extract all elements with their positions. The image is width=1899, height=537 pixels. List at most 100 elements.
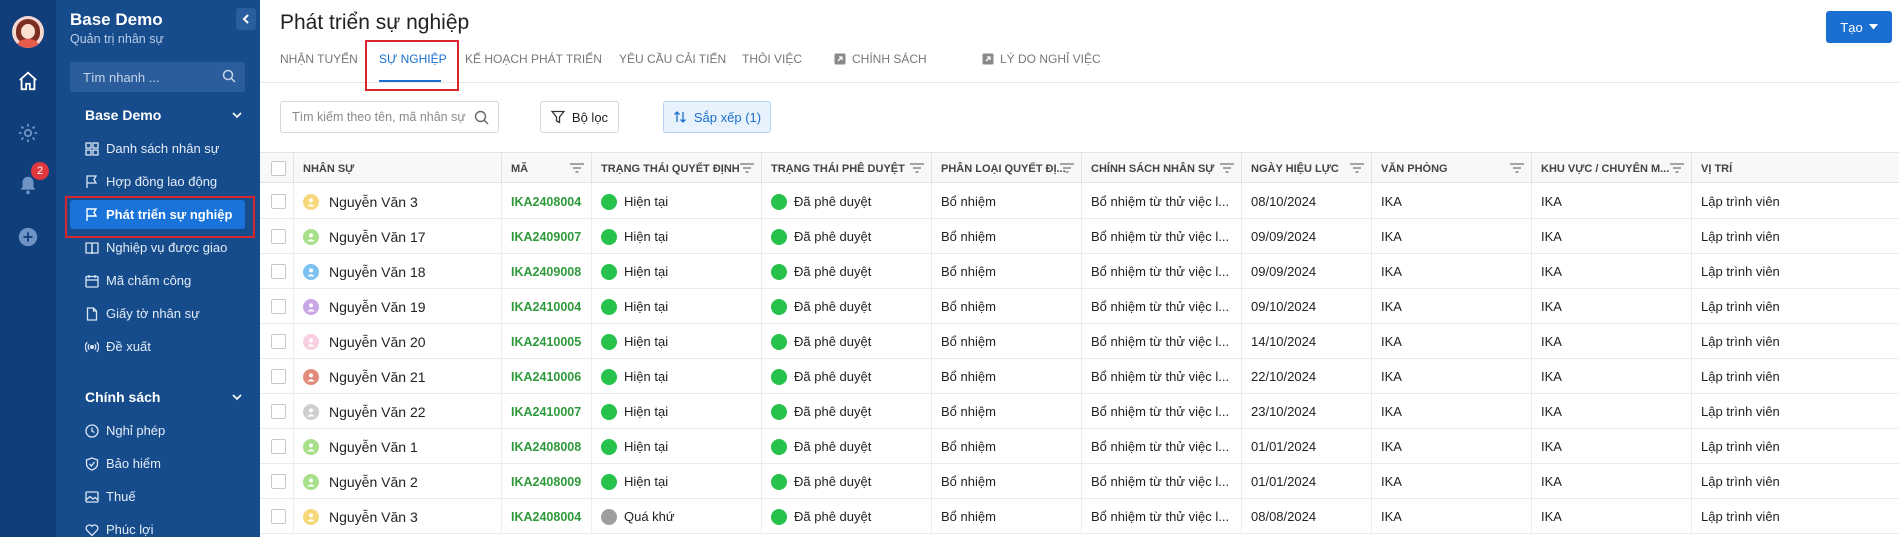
- column-header-nhan-su[interactable]: Nhân sự: [294, 153, 502, 184]
- employee-name-link[interactable]: Nguyễn Văn 3: [329, 509, 418, 525]
- tab-nhan-tuyen[interactable]: Nhận tuyển: [280, 52, 358, 66]
- sidebar-item-phuc-loi[interactable]: Phúc lợi: [70, 515, 245, 537]
- quick-search-input[interactable]: [70, 62, 245, 92]
- row-checkbox[interactable]: [271, 229, 286, 244]
- table-row[interactable]: Nguyễn Văn 20 IKA2410005 Hiện tại Đã phê du…: [260, 324, 1899, 359]
- employee-name-link[interactable]: Nguyễn Văn 19: [329, 299, 426, 315]
- collapse-sidebar-button[interactable]: [236, 8, 256, 30]
- table-search-input[interactable]: [281, 102, 498, 132]
- employee-name-link[interactable]: Nguyễn Văn 20: [329, 334, 426, 350]
- table-row[interactable]: Nguyễn Văn 3 IKA2408004 Hiện tại Đã phê duy…: [260, 184, 1899, 219]
- sidebar-item-thue[interactable]: Thuế: [70, 482, 245, 511]
- employee-code-link[interactable]: IKA2408009: [511, 475, 581, 489]
- row-checkbox[interactable]: [271, 299, 286, 314]
- row-checkbox[interactable]: [271, 474, 286, 489]
- tab-yeu-cau-cai-tien[interactable]: Yêu cầu cải tiến: [619, 52, 726, 66]
- cell-position: Lập trình viên: [1692, 429, 1899, 464]
- table-row[interactable]: Nguyễn Văn 22 IKA2410007 Hiện tại Đã phê du…: [260, 394, 1899, 429]
- column-filter-icon[interactable]: [740, 163, 754, 173]
- column-header-chinh-sach-nhan-su[interactable]: Chính sách nhân sự: [1082, 153, 1242, 184]
- add-circle-icon[interactable]: [16, 225, 40, 249]
- approval-status-text: Đã phê duyệt: [794, 194, 872, 209]
- table-row[interactable]: Nguyễn Văn 2 IKA2408009 Hiện tại Đã phê duy…: [260, 464, 1899, 499]
- row-checkbox[interactable]: [271, 334, 286, 349]
- employee-name-link[interactable]: Nguyễn Văn 3: [329, 194, 418, 210]
- cell-decision-status: Hiện tại: [592, 184, 762, 219]
- user-avatar[interactable]: [12, 16, 44, 48]
- table-row[interactable]: Nguyễn Văn 19 IKA2410004 Hiện tại Đã phê du…: [260, 289, 1899, 324]
- cell-policy: Bổ nhiệm từ thử việc l...: [1082, 394, 1242, 429]
- section-title-base-demo[interactable]: Base Demo: [85, 107, 161, 123]
- create-button[interactable]: Tạo: [1826, 11, 1892, 43]
- column-filter-icon[interactable]: [1350, 163, 1364, 173]
- employee-code-link[interactable]: IKA2408004: [511, 195, 581, 209]
- table-row[interactable]: Nguyễn Văn 1 IKA2408008 Hiện tại Đã phê duy…: [260, 429, 1899, 464]
- column-filter-icon[interactable]: [910, 163, 924, 173]
- row-checkbox[interactable]: [271, 439, 286, 454]
- employee-code-link[interactable]: IKA2410005: [511, 335, 581, 349]
- column-filter-icon[interactable]: [1220, 163, 1234, 173]
- column-header-trang-thai-phe-duyet[interactable]: Trạng thái phê duyệt: [762, 153, 932, 184]
- table-row[interactable]: Nguyễn Văn 21 IKA2410006 Hiện tại Đã phê du…: [260, 359, 1899, 394]
- employee-name-link[interactable]: Nguyễn Văn 17: [329, 229, 426, 245]
- filter-button[interactable]: Bộ lọc: [540, 101, 619, 133]
- employee-code-link[interactable]: IKA2410006: [511, 370, 581, 384]
- gear-icon[interactable]: [16, 121, 40, 145]
- section-title-chinh-sach[interactable]: Chính sách: [85, 389, 160, 405]
- cell-position: Lập trình viên: [1692, 499, 1899, 534]
- employee-name-link[interactable]: Nguyễn Văn 21: [329, 369, 426, 385]
- caret-down-icon: [1868, 24, 1878, 30]
- employee-code-link[interactable]: IKA2410004: [511, 300, 581, 314]
- column-header-khu-vuc[interactable]: Khu vực / chuyên m...: [1532, 153, 1692, 184]
- table-row[interactable]: Nguyễn Văn 18 IKA2409008 Hiện tại Đã phê du…: [260, 254, 1899, 289]
- employee-code-link[interactable]: IKA2409008: [511, 265, 581, 279]
- column-header-ngay-hieu-luc[interactable]: Ngày hiệu lực: [1242, 153, 1372, 184]
- employee-name-link[interactable]: Nguyễn Văn 22: [329, 404, 426, 420]
- tab-thoi-viec[interactable]: Thôi việc: [742, 52, 802, 66]
- employee-code-link[interactable]: IKA2408008: [511, 440, 581, 454]
- column-filter-icon[interactable]: [1060, 163, 1074, 173]
- employee-name-link[interactable]: Nguyễn Văn 2: [329, 474, 418, 490]
- row-checkbox[interactable]: [271, 404, 286, 419]
- sidebar-item-hop-dong-lao-dong[interactable]: Hợp đồng lao động: [70, 167, 245, 196]
- row-checkbox[interactable]: [271, 369, 286, 384]
- column-header-van-phong[interactable]: Văn phòng: [1372, 153, 1532, 184]
- employee-code-link[interactable]: IKA2410007: [511, 405, 581, 419]
- employee-code-link[interactable]: IKA2409007: [511, 230, 581, 244]
- column-header-ma[interactable]: Mã: [502, 153, 592, 184]
- sidebar-item-nghi-phep[interactable]: Nghỉ phép: [70, 416, 245, 445]
- tab-chinh-sach[interactable]: Chính sách: [834, 52, 927, 66]
- employee-code-link[interactable]: IKA2408004: [511, 510, 581, 524]
- sidebar-item-bao-hiem[interactable]: Bảo hiểm: [70, 449, 245, 478]
- tab-ke-hoach-phat-trien[interactable]: Kế hoạch phát triển: [465, 52, 602, 66]
- position-text: Lập trình viên: [1701, 474, 1780, 489]
- table-header: Nhân sự Mã Trạng thái quyết định Trạng t…: [260, 152, 1899, 184]
- tab-ly-do-nghi-viec[interactable]: Lý do nghỉ việc: [982, 52, 1101, 66]
- column-filter-icon[interactable]: [570, 163, 584, 173]
- home-icon[interactable]: [16, 69, 40, 93]
- sidebar-item-giay-to-nhan-su[interactable]: Giấy tờ nhân sự: [70, 299, 245, 328]
- column-header-trang-thai-quyet-dinh[interactable]: Trạng thái quyết định: [592, 153, 762, 184]
- chevron-down-icon[interactable]: [232, 112, 242, 119]
- table-row[interactable]: Nguyễn Văn 17 IKA2409007 Hiện tại Đã phê du…: [260, 219, 1899, 254]
- employee-name-link[interactable]: Nguyễn Văn 1: [329, 439, 418, 455]
- column-filter-icon[interactable]: [1670, 163, 1684, 173]
- sidebar-item-danh-sach-nhan-su[interactable]: Danh sách nhân sự: [70, 134, 245, 163]
- table-row[interactable]: Nguyễn Văn 3 IKA2408004 Quá khứ Đã phê duyệ…: [260, 499, 1899, 534]
- cell-area: IKA: [1532, 254, 1692, 289]
- cell-decision-type: Bổ nhiệm: [932, 184, 1082, 219]
- column-header-phan-loai-quyet-dinh[interactable]: Phân loại quyết đị...: [932, 153, 1082, 184]
- row-checkbox[interactable]: [271, 509, 286, 524]
- employee-name-link[interactable]: Nguyễn Văn 18: [329, 264, 426, 280]
- sidebar-item-de-xuat[interactable]: Đề xuất: [70, 332, 245, 361]
- column-header-vi-tri[interactable]: Vị trí: [1692, 153, 1899, 184]
- row-checkbox[interactable]: [271, 264, 286, 279]
- sort-button[interactable]: Sắp xếp (1): [663, 101, 771, 133]
- row-checkbox[interactable]: [271, 194, 286, 209]
- sidebar-item-ma-cham-cong[interactable]: Mã chấm công: [70, 266, 245, 295]
- select-all-checkbox[interactable]: [271, 161, 286, 176]
- cell-policy: Bổ nhiệm từ thử việc l...: [1082, 254, 1242, 289]
- effective-date-text: 01/01/2024: [1251, 439, 1317, 454]
- chevron-down-icon[interactable]: [232, 394, 242, 401]
- column-filter-icon[interactable]: [1510, 163, 1524, 173]
